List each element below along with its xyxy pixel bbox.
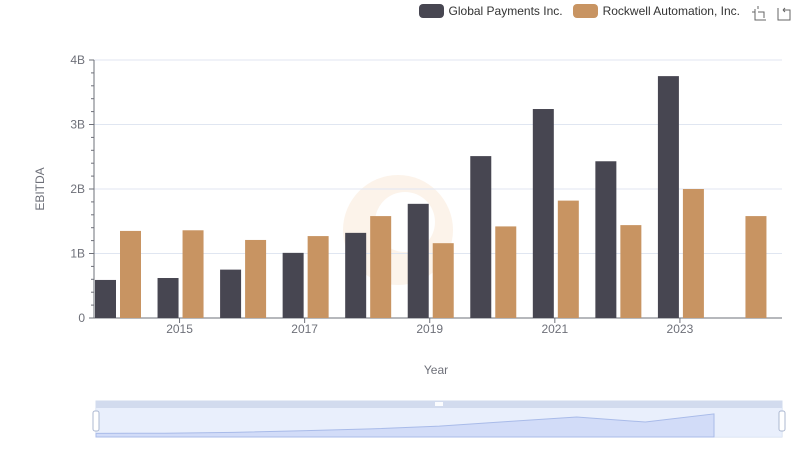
y-axis: 0 1B 2B 3B 4B bbox=[70, 53, 95, 325]
bar-2023-global-payments[interactable] bbox=[657, 76, 679, 318]
y-tick-label: 2B bbox=[70, 182, 85, 196]
x-axis: 2015 2017 2019 2021 2023 bbox=[94, 317, 782, 336]
bar-2020-rockwell-automation[interactable] bbox=[495, 226, 517, 318]
slider-left-handle[interactable] bbox=[92, 410, 100, 432]
x-tick-label: 2023 bbox=[667, 322, 694, 336]
y-axis-title: EBITDA bbox=[33, 167, 47, 210]
x-axis-title: Year bbox=[424, 363, 448, 377]
legend-swatch bbox=[418, 4, 444, 18]
y-tick-label: 1B bbox=[70, 247, 85, 261]
bar-chart: 0 1B 2B 3B 4B 2015 2017 2019 2021 2023 EBITDA Ye… bbox=[33, 53, 786, 438]
bar-2018-rockwell-automation[interactable] bbox=[370, 216, 392, 318]
bar-2017-global-payments[interactable] bbox=[282, 252, 304, 318]
bar-2022-global-payments[interactable] bbox=[595, 161, 617, 318]
y-tick-label: 0 bbox=[78, 311, 85, 325]
bar-2019-global-payments[interactable] bbox=[407, 203, 429, 318]
x-tick-label: 2017 bbox=[291, 322, 318, 336]
bar-2022-rockwell-automation[interactable] bbox=[620, 225, 642, 318]
bar-2020-global-payments[interactable] bbox=[470, 156, 492, 318]
bar-2014-rockwell-automation[interactable] bbox=[120, 230, 141, 318]
x-tick-label: 2019 bbox=[416, 322, 443, 336]
slider-right-handle[interactable] bbox=[778, 410, 786, 432]
bar-2014-global-payments[interactable] bbox=[95, 279, 116, 318]
y-tick-label: 4B bbox=[70, 53, 85, 67]
zoom-icon[interactable] bbox=[752, 6, 768, 22]
bar-2019-rockwell-automation[interactable] bbox=[432, 243, 454, 318]
bar-2015-rockwell-automation[interactable] bbox=[182, 230, 204, 318]
legend-label: Rockwell Automation, Inc. bbox=[602, 4, 740, 18]
bar-2021-global-payments[interactable] bbox=[532, 109, 554, 319]
toolbox bbox=[752, 6, 792, 22]
legend-item-rockwell-automation[interactable]: Rockwell Automation, Inc. bbox=[572, 4, 740, 18]
data-zoom-slider[interactable] bbox=[92, 400, 786, 438]
bar-2016-rockwell-automation[interactable] bbox=[245, 239, 267, 318]
legend-swatch bbox=[572, 4, 598, 18]
legend: Global Payments Inc. Rockwell Automation… bbox=[409, 4, 740, 18]
bar-2018-global-payments[interactable] bbox=[345, 232, 367, 318]
bar-2021-rockwell-automation[interactable] bbox=[557, 200, 579, 318]
bar-2015-global-payments[interactable] bbox=[157, 278, 179, 318]
bar-2024-rockwell-automation[interactable] bbox=[745, 216, 767, 318]
legend-label: Global Payments Inc. bbox=[448, 4, 563, 18]
x-tick-label: 2021 bbox=[541, 322, 568, 336]
restore-icon[interactable] bbox=[776, 6, 792, 22]
bar-2016-global-payments[interactable] bbox=[220, 269, 242, 318]
slider-grip[interactable] bbox=[435, 402, 443, 406]
bar-2017-rockwell-automation[interactable] bbox=[307, 236, 329, 318]
bar-2023-rockwell-automation[interactable] bbox=[682, 189, 704, 318]
x-tick-label: 2015 bbox=[166, 322, 193, 336]
y-tick-label: 3B bbox=[70, 118, 85, 132]
legend-item-global-payments[interactable]: Global Payments Inc. bbox=[418, 4, 563, 18]
